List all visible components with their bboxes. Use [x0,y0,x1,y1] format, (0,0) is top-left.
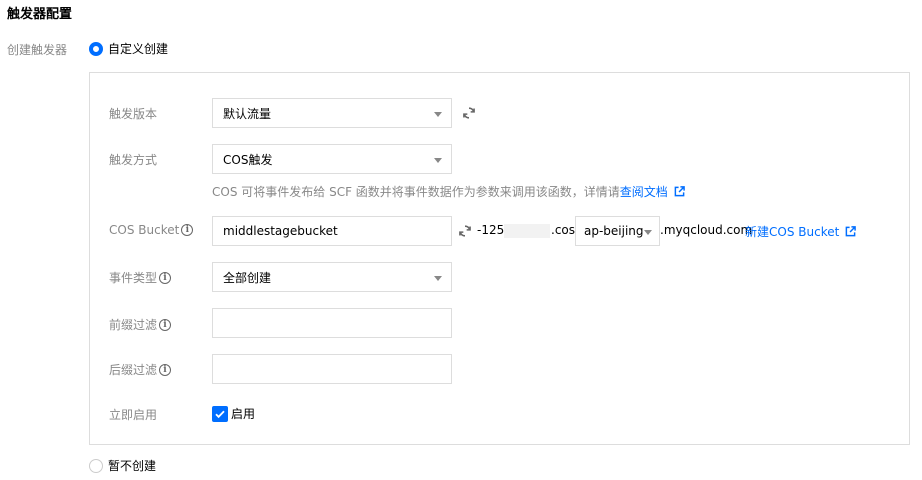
radio-none-label: 暂不创建 [108,459,157,473]
version-select[interactable]: 默认流量 [212,98,452,128]
radio-custom-label: 自定义创建 [108,42,169,56]
event-select[interactable]: 全部创建 [212,262,452,292]
chevron-down-icon [434,158,442,163]
enable-checkbox[interactable] [212,405,228,422]
enable-label-text: 立即启用 [109,408,158,422]
enable-checkbox-wrap[interactable]: 启用 [212,405,255,422]
bucket-name-input[interactable]: middlestagebucket [212,216,452,246]
chevron-down-icon [434,112,442,117]
external-link-icon[interactable] [845,226,857,237]
suffix-input[interactable] [212,354,452,384]
appid-prefix: -125 [477,223,505,237]
enable-checkbox-label: 启用 [231,407,256,421]
bucket-label-text: COS Bucket [109,223,180,237]
method-select[interactable]: COS触发 [212,144,452,174]
event-label: 事件类型 i [109,269,172,286]
method-hint: COS 可将事件发布给 SCF 函数并将事件数据作为参数来调用该函数，详情请 查… [212,183,685,200]
region-select[interactable]: ap-beijing [575,216,660,246]
new-bucket-link-wrap[interactable]: 新建COS Bucket [745,223,857,240]
external-link-icon[interactable] [674,186,685,197]
radio-custom-indicator[interactable] [89,41,103,56]
chevron-down-icon [644,230,652,235]
section-title: 触发器配置 [7,7,73,22]
info-icon[interactable]: i [159,363,172,376]
radio-none-indicator[interactable] [89,458,103,473]
event-label-text: 事件类型 [109,271,158,285]
info-icon[interactable]: i [159,318,172,331]
version-select-value: 默认流量 [223,106,272,121]
enable-label: 立即启用 [109,406,157,423]
method-label: 触发方式 [109,151,157,168]
method-label-text: 触发方式 [109,153,158,167]
prefix-label-text: 前缀过滤 [109,318,158,332]
prefix-input[interactable] [212,308,452,338]
refresh-icon[interactable] [462,106,476,120]
radio-no-create[interactable]: 暂不创建 [89,457,156,474]
domain-suffix: .myqcloud.com [660,223,753,237]
version-label: 触发版本 [109,105,157,122]
info-icon[interactable]: i [159,271,172,284]
new-bucket-link[interactable]: 新建COS Bucket [745,223,839,240]
chevron-down-icon [434,276,442,281]
suffix-label-text: 后缀过滤 [109,363,158,377]
refresh-icon[interactable] [458,224,472,238]
masked-appid [504,224,550,238]
bucket-label: COS Bucket i [109,223,194,237]
region-select-value: ap-beijing [584,224,644,238]
method-select-value: COS触发 [223,152,273,167]
info-icon[interactable]: i [181,224,194,236]
event-select-value: 全部创建 [223,270,272,285]
version-label-text: 触发版本 [109,107,158,121]
suffix-label: 后缀过滤 i [109,361,172,378]
checkmark-icon [215,410,225,418]
create-trigger-label: 创建触发器 [7,43,68,57]
method-hint-text: COS 可将事件发布给 SCF 函数并将事件数据作为参数来调用该函数，详情请 [212,185,620,199]
bucket-name-value: middlestagebucket [223,224,338,238]
docs-link[interactable]: 查阅文档 [620,183,668,200]
prefix-label: 前缀过滤 i [109,316,172,333]
radio-custom-create[interactable]: 自定义创建 [89,40,168,57]
